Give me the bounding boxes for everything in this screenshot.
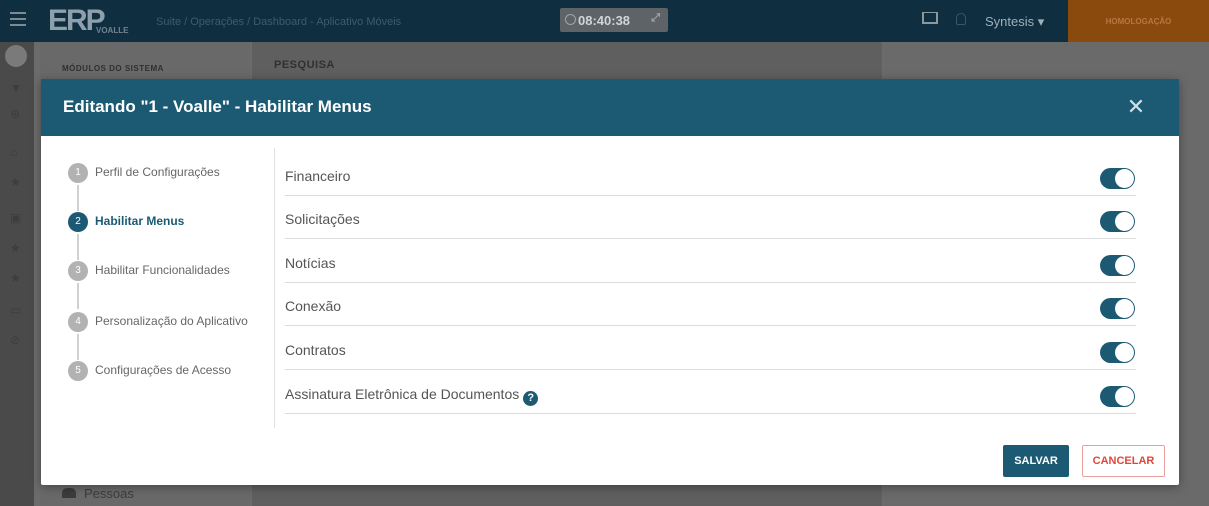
menu-row-noticias: Notícias [285,241,1136,283]
save-button[interactable]: SALVAR [1003,445,1069,477]
book-icon[interactable] [922,12,938,24]
menu-label: Solicitações [285,211,360,227]
expand-icon[interactable]: ⤢ [651,12,660,25]
cancel-button[interactable]: CANCELAR [1082,445,1165,477]
toggle-conexao[interactable] [1100,298,1135,319]
clock-time: 08:40:38 [578,13,631,28]
modules-title: MÓDULOS DO SISTEMA [62,64,164,73]
menu-row-contratos: Contratos [285,328,1136,370]
inbox-icon[interactable]: ▭ [10,304,22,316]
toggle-knob [1115,299,1134,318]
menu-row-financeiro: Financeiro [285,154,1136,196]
menu-label: Conexão [285,298,342,314]
step-connector [77,234,79,260]
step-number: 4 [68,312,88,332]
lifebuoy-icon[interactable]: ⊕ [10,108,22,120]
star-icon[interactable]: ★ [10,176,22,188]
toggle-knob [1115,212,1134,231]
menu-label: Notícias [285,255,336,271]
step-label: Perfil de Configurações [95,165,220,179]
step-label: Personalização do Aplicativo [95,314,248,328]
step-connector [77,283,79,309]
step-number: 5 [68,361,88,381]
toggle-financeiro[interactable] [1100,168,1135,189]
left-rail: ▼ ⊕ ⌂ ★ ▣ ★ ★ ▭ ⊘ [0,42,34,506]
menu-label: Contratos [285,342,346,358]
environment-badge: HOMOLOGAÇÃO [1068,0,1209,42]
menu-row-assinatura-eletronica: Assinatura Eletrônica de Documentos? [285,372,1136,414]
star-icon[interactable]: ★ [10,242,22,254]
menu-label: Assinatura Eletrônica de Documentos [285,386,520,402]
money-icon[interactable]: ▣ [10,212,22,224]
sidebar-item-pessoas[interactable]: Pessoas [62,486,134,501]
check-circle-icon[interactable]: ⊘ [10,334,22,346]
menu-row-conexao: Conexão [285,284,1136,326]
breadcrumb: Suite / Operações / Dashboard - Aplicati… [156,16,402,28]
step-number: 2 [68,212,88,232]
clock-icon [565,14,576,25]
toggle-assinatura-eletronica[interactable] [1100,386,1135,407]
toggle-knob [1115,256,1134,275]
sidebar-item-label: Pessoas [84,486,134,501]
search-section-title: PESQUISA [274,59,335,71]
step-label: Configurações de Acesso [95,363,232,377]
help-icon[interactable]: ? [523,391,539,406]
user-menu[interactable]: Syntesis ▾ [985,14,1044,30]
toggle-noticias[interactable] [1100,255,1135,276]
step-label: Habilitar Menus [95,214,185,228]
session-clock: 08:40:38 ⤢ [560,8,668,32]
toggle-contratos[interactable] [1100,342,1135,363]
star-icon[interactable]: ★ [10,272,22,284]
menu-row-solicitacoes: Solicitações [285,197,1136,239]
voalle-icon[interactable]: ▼ [10,82,22,94]
toggle-knob [1115,343,1134,362]
step-number: 1 [68,163,88,183]
hamburger-menu-icon[interactable] [10,12,26,26]
top-bar: ERP VOALLE Suite / Operações / Dashboard… [0,0,1209,42]
vertical-divider [274,148,275,428]
menu-label-wrap: Assinatura Eletrônica de Documentos? [285,386,539,406]
step-connector [77,185,79,211]
modal-title: Editando "1 - Voalle" - Habilitar Menus [63,97,372,116]
close-icon[interactable]: ✕ [1123,94,1149,120]
toggle-knob [1115,387,1134,406]
toggle-knob [1115,169,1134,188]
modal-header: Editando "1 - Voalle" - Habilitar Menus … [41,79,1179,136]
menu-label: Financeiro [285,168,351,184]
step-connector [77,334,79,360]
users-icon [62,488,76,498]
step-number: 3 [68,261,88,281]
toggle-solicitacoes[interactable] [1100,211,1135,232]
home-icon[interactable]: ⌂ [10,146,22,158]
bell-icon[interactable] [956,13,966,25]
edit-modal: Editando "1 - Voalle" - Habilitar Menus … [41,79,1179,485]
logo-subtitle: VOALLE [96,26,129,35]
avatar[interactable] [5,45,27,67]
step-label: Habilitar Funcionalidades [95,263,230,277]
